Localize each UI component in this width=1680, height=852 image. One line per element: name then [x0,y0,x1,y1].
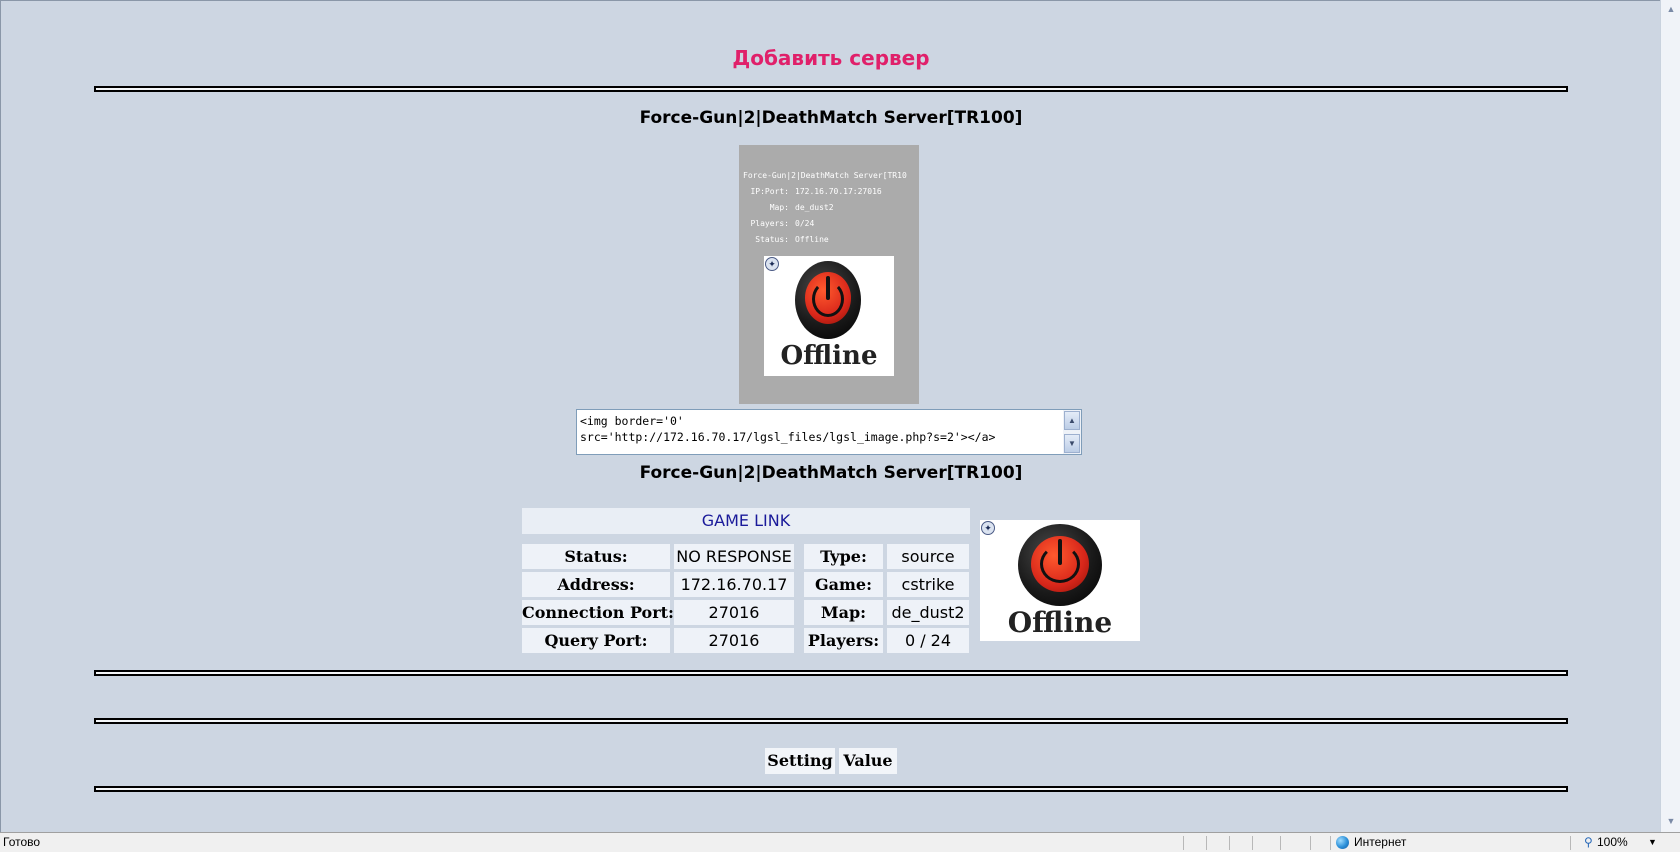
type-label: Type: [804,544,883,569]
divider [94,718,1568,724]
server-title-secondary: Force-Gun|2|DeathMatch Server[TR100] [639,463,1023,483]
banner-row: IP:Port: 172.16.70.17:27016 [750,187,882,196]
scroll-up-icon[interactable]: ▲ [1661,0,1680,18]
counter-strike-icon: ✦ [765,257,779,271]
game-label: Game: [804,572,883,597]
address-label: Address: [522,572,670,597]
game-link[interactable]: GAME LINK [522,508,970,534]
map-label: Map: [804,600,883,625]
game-value: cstrike [887,572,969,597]
banner-title: Force-Gun|2|DeathMatch Server[TR10 [743,171,907,180]
embed-code-textarea[interactable]: <img border='0' src='http://172.16.70.17… [576,409,1082,455]
setting-column-header: Setting [765,748,835,774]
connection-port-label: Connection Port: [522,600,674,625]
scroll-up-icon[interactable]: ▲ [1064,411,1080,430]
scroll-down-icon[interactable]: ▼ [1064,434,1080,453]
offline-status-image: ✦ Offline [764,256,894,376]
type-value: source [887,544,969,569]
divider [94,670,1568,676]
banner-row: Players: 0/24 [750,219,815,228]
browser-statusbar: Готово Интернет ⚲ 100% ▼ [0,832,1680,852]
counter-strike-icon: ✦ [981,521,995,535]
textarea-scrollbar[interactable]: ▲ ▼ [1063,410,1081,454]
browser-viewport: Добавить сервер Force-Gun|2|DeathMatch S… [0,0,1660,832]
players-label: Players: [804,628,883,653]
players-value: 0 / 24 [887,628,969,653]
offline-label: Offline [1007,606,1113,639]
divider [94,786,1568,792]
server-title: Force-Gun|2|DeathMatch Server[TR100] [639,108,1023,128]
page-heading: Добавить сервер [732,46,930,70]
window-scrollbar[interactable]: ▲ ▼ [1660,0,1680,832]
scroll-down-icon[interactable]: ▼ [1661,812,1680,830]
zoom-dropdown-chevron-down-icon[interactable]: ▼ [1648,833,1657,852]
offline-label: Offline [780,341,878,371]
status-label: Status: [522,544,670,569]
connection-port-value: 27016 [674,600,794,625]
value-column-header: Value [839,748,897,774]
map-value: de_dust2 [887,600,969,625]
offline-status-image: ✦ Offline [980,520,1140,641]
banner-row: Status: Offline [755,235,829,244]
security-zone: Интернет [1354,835,1407,849]
zoom-icon[interactable]: ⚲ [1584,833,1593,852]
address-value: 172.16.70.17 [674,572,794,597]
server-banner-image[interactable]: Force-Gun|2|DeathMatch Server[TR10 IP:Po… [739,145,919,404]
query-port-label: Query Port: [522,628,670,653]
status-text: Готово [3,835,41,849]
query-port-value: 27016 [674,628,794,653]
globe-icon [1336,836,1349,849]
zoom-level[interactable]: 100% [1597,833,1628,852]
status-value: NO RESPONSE [674,544,794,569]
banner-row: Map: de_dust2 [769,203,834,212]
divider [94,86,1568,92]
